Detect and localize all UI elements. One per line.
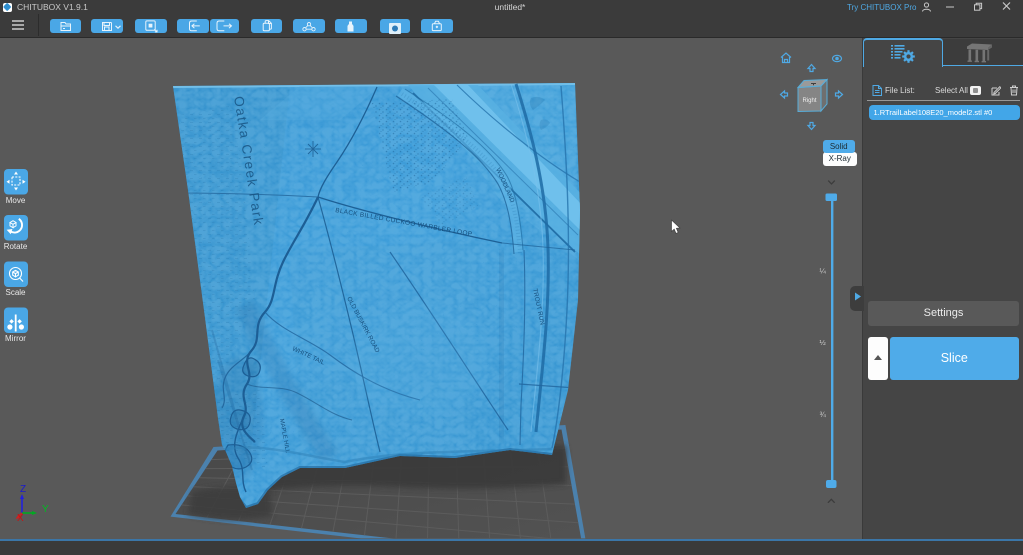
svg-text:Z: Z xyxy=(20,484,26,495)
svg-text:Y: Y xyxy=(42,504,49,515)
svg-text:¼: ¼ xyxy=(820,267,827,276)
svg-text:¾: ¾ xyxy=(820,410,827,419)
svg-text:Right: Right xyxy=(802,98,816,104)
svg-text:½: ½ xyxy=(820,338,827,347)
svg-text:X: X xyxy=(17,513,24,524)
